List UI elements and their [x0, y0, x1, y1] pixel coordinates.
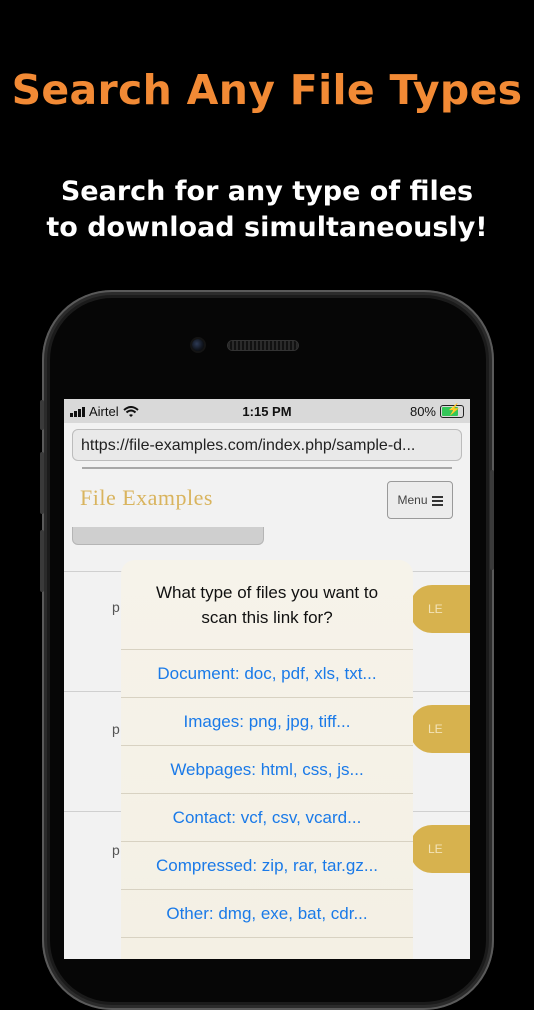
phone-screen: Airtel 1:15 PM 80% ⚡ https://file-exampl… — [64, 399, 470, 959]
menu-label: Menu — [397, 493, 428, 507]
option-compressed[interactable]: Compressed: zip, rar, tar.gz... — [121, 841, 413, 889]
option-webpages[interactable]: Webpages: html, css, js... — [121, 745, 413, 793]
battery-group: 80% ⚡ — [410, 404, 464, 419]
menu-button[interactable]: Menu — [387, 481, 453, 519]
option-other[interactable]: Other: dmg, exe, bat, cdr... — [121, 889, 413, 937]
download-button[interactable]: LE — [410, 705, 470, 753]
promo-subline-2: to download simultaneously! — [46, 212, 488, 243]
status-bar: Airtel 1:15 PM 80% ⚡ — [64, 399, 470, 423]
phone-silent-switch — [40, 400, 44, 430]
dialog-title: What type of files you want to scan this… — [121, 580, 413, 630]
phone-volume-up — [40, 452, 44, 514]
hamburger-icon — [431, 495, 443, 506]
phone-power-button — [490, 470, 494, 570]
row-text: p — [112, 599, 120, 615]
search-box-fragment[interactable] — [72, 527, 264, 545]
dialog-title-line-1: What type of files you want to — [155, 583, 379, 602]
download-button[interactable]: LE — [410, 825, 470, 873]
dialog-title-line-2: scan this link for? — [201, 608, 333, 627]
promo-subline-1: Search for any type of files — [60, 176, 474, 207]
url-progress-line — [82, 467, 452, 469]
battery-icon: ⚡ — [440, 404, 464, 418]
battery-percent: 80% — [409, 404, 436, 419]
option-document[interactable]: Document: doc, pdf, xls, txt... — [121, 649, 413, 697]
phone-volume-down — [40, 530, 44, 592]
dialog-divider-bottom — [121, 937, 413, 959]
option-contact[interactable]: Contact: vcf, csv, vcard... — [121, 793, 413, 841]
promo-subheadline: Search for any type of files to download… — [0, 174, 534, 246]
row-text: p — [112, 842, 120, 858]
row-text: p — [112, 721, 120, 737]
promo-headline: Search Any File Types — [11, 66, 523, 114]
front-camera-icon — [192, 339, 204, 351]
file-type-dialog: What type of files you want to scan this… — [121, 560, 413, 959]
charging-bolt-icon: ⚡ — [447, 404, 461, 416]
url-field[interactable]: https://file-examples.com/index.php/samp… — [72, 429, 462, 461]
site-title[interactable]: File Examples — [80, 485, 213, 511]
option-images[interactable]: Images: png, jpg, tiff... — [121, 697, 413, 745]
download-button[interactable]: LE — [410, 585, 470, 633]
earpiece-speaker-icon — [228, 341, 298, 350]
